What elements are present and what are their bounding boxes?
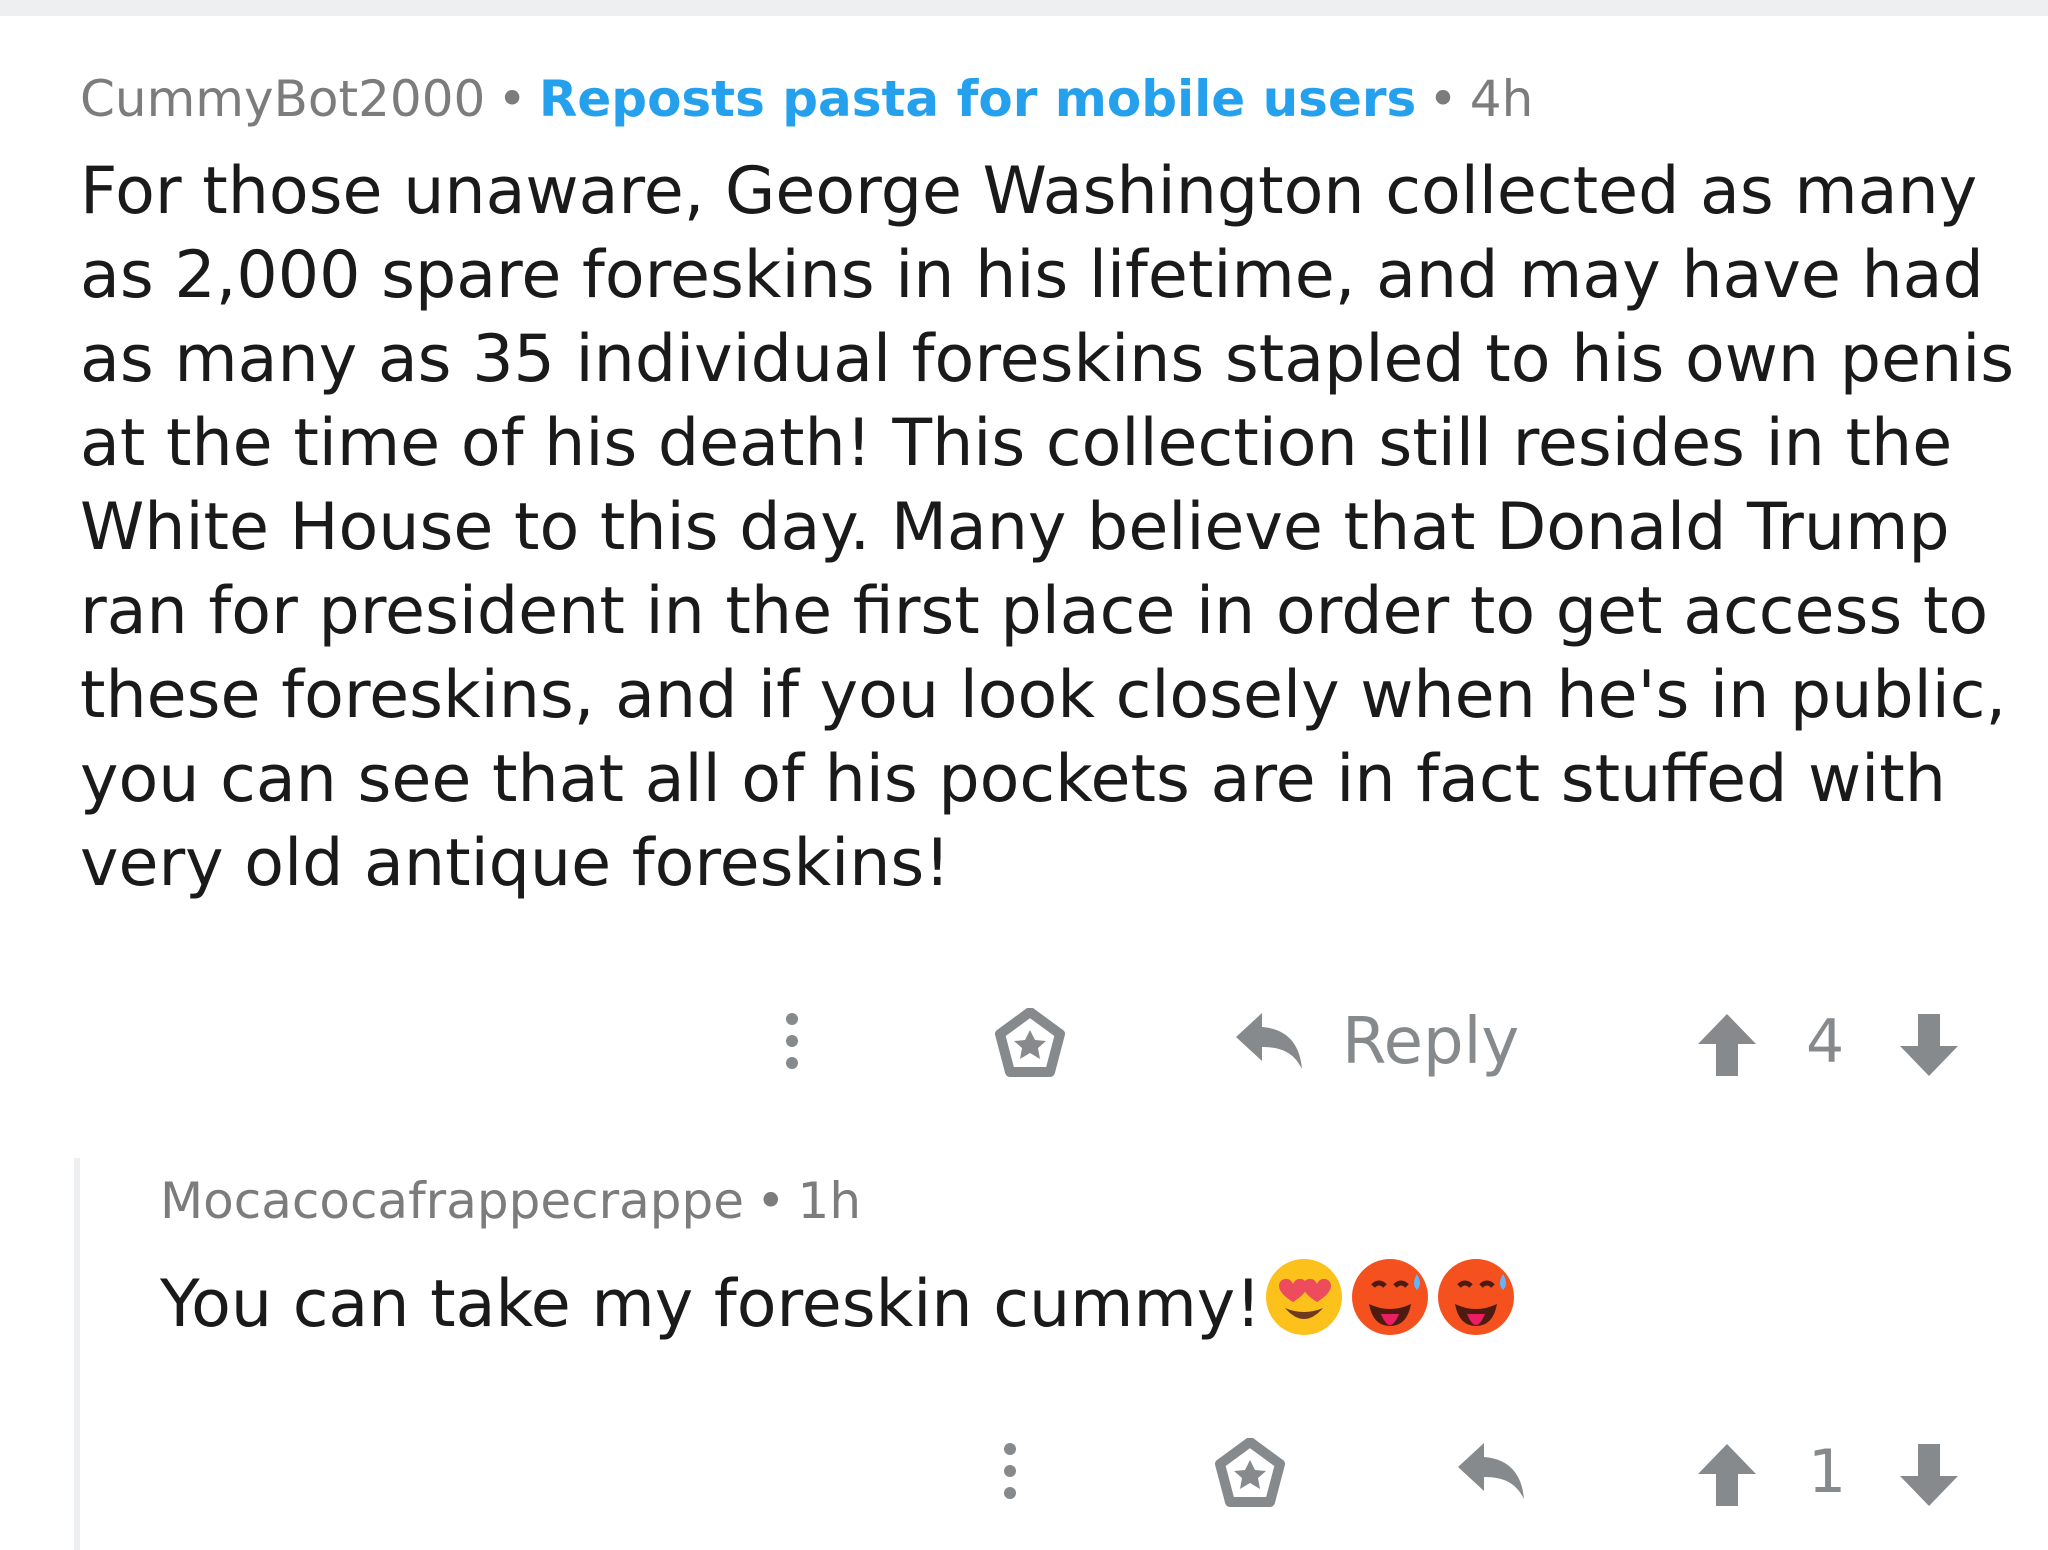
reply-body-text: You can take my foreskin cummy! <box>160 1267 1262 1342</box>
reply-arrow-icon <box>1236 1013 1302 1069</box>
downvote-arrow-icon <box>1900 1014 1958 1076</box>
reply-body: You can take my foreskin cummy! <box>160 1254 2010 1347</box>
thread-line[interactable] <box>74 1158 80 1550</box>
reply-button[interactable]: Reply <box>1234 1000 1519 1084</box>
comment-age: 4h <box>1469 70 1534 128</box>
meta-separator: • <box>1428 70 1458 128</box>
more-vertical-icon <box>1004 1443 1016 1499</box>
more-options-button[interactable] <box>762 1006 822 1076</box>
award-icon <box>1215 1438 1285 1507</box>
user-flair: Reposts pasta for mobile users <box>538 70 1417 128</box>
downvote-button[interactable] <box>1896 1440 1962 1510</box>
award-button[interactable] <box>1212 1436 1288 1512</box>
top-divider <box>0 0 2048 16</box>
downvote-button[interactable] <box>1896 1010 1962 1080</box>
award-icon <box>995 1008 1065 1077</box>
reply-score: 1 <box>1808 1437 1847 1507</box>
reply-arrow-icon <box>1458 1443 1524 1499</box>
reply-button[interactable] <box>1454 1436 1530 1508</box>
meta-separator: • <box>497 70 527 128</box>
comment-body: For those unaware, George Washington col… <box>80 154 2015 901</box>
hot-face-emoji <box>1433 1254 1519 1340</box>
reply-meta: Mocacocafrappecrappe • 1h <box>160 1176 861 1226</box>
hot-face-emoji <box>1347 1254 1433 1340</box>
upvote-button[interactable] <box>1694 1440 1760 1510</box>
downvote-arrow-icon <box>1900 1444 1958 1506</box>
upvote-button[interactable] <box>1694 1010 1760 1080</box>
comment-meta: CummyBot2000 • Reposts pasta for mobile us… <box>80 74 1533 124</box>
reply-author[interactable]: Mocacocafrappecrappe <box>160 1172 744 1230</box>
upvote-arrow-icon <box>1698 1444 1756 1506</box>
meta-separator: • <box>756 1172 786 1230</box>
comment-score: 4 <box>1806 1007 1845 1077</box>
heart-eyes-emoji <box>1261 1254 1347 1340</box>
award-button[interactable] <box>992 1006 1068 1082</box>
reply-label: Reply <box>1342 1005 1520 1079</box>
more-options-button[interactable] <box>980 1436 1040 1506</box>
upvote-arrow-icon <box>1698 1014 1756 1076</box>
more-vertical-icon <box>786 1013 798 1069</box>
reply-age: 1h <box>797 1172 862 1230</box>
comment-author[interactable]: CummyBot2000 <box>80 70 485 128</box>
